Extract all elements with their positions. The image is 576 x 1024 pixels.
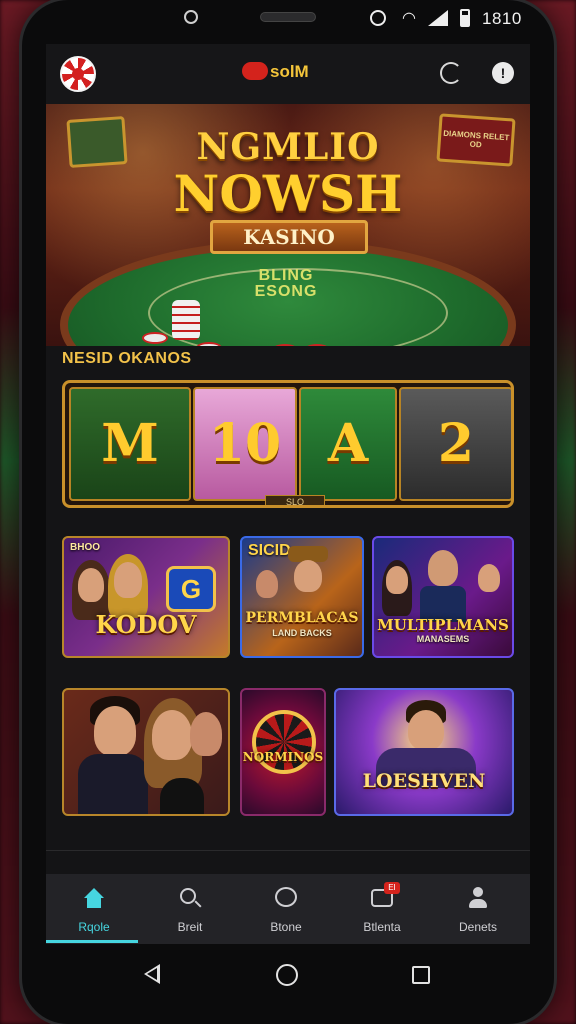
chip-stack-icon: [172, 300, 200, 340]
game-tile-subtitle: LAND BACKS: [272, 628, 332, 638]
player-avatar: [294, 560, 322, 592]
slot-reel: 2: [399, 387, 511, 501]
casino-chip-logo[interactable]: [60, 56, 96, 92]
hero-title-line2: NOWSH: [173, 164, 403, 223]
home-circle-icon[interactable]: [276, 964, 298, 986]
chat-icon: [274, 886, 298, 910]
nav-label: Rqole: [78, 920, 110, 934]
game-tile[interactable]: BHOO G KODOV: [62, 536, 230, 658]
game-tile-tag: BHOO: [70, 542, 100, 553]
info-icon[interactable]: !: [492, 62, 514, 84]
nav-item-chat[interactable]: Btone: [238, 874, 334, 944]
signal-icon: [428, 10, 448, 26]
content-divider: [46, 850, 530, 851]
player-avatar: [428, 550, 458, 586]
nav-label: Denets: [458, 920, 498, 934]
nav-label: Btone: [270, 920, 302, 934]
nav-label: Breit: [177, 920, 203, 934]
slot-reel: M: [69, 387, 191, 501]
player-avatar: [94, 706, 136, 756]
user-icon: [466, 886, 490, 910]
promo-icon: EI: [370, 882, 400, 910]
status-time: 1810: [482, 9, 522, 28]
system-navigation-bar: [46, 944, 530, 1004]
game-tile[interactable]: [62, 688, 230, 816]
home-icon: [82, 886, 106, 910]
battery-icon: [460, 9, 470, 27]
app-header: solM !: [46, 44, 530, 104]
game-tile-subtitle: MANASEMS: [416, 634, 470, 644]
game-tile[interactable]: SICID PERMBLACAS LAND BACKS: [240, 536, 364, 658]
refresh-icon[interactable]: [440, 62, 462, 84]
felt-text: BLING ESONG: [254, 267, 318, 300]
camera-icon: [184, 10, 198, 24]
notification-badge: EI: [384, 882, 400, 894]
bottom-navigation: Rqole Breit Btone EI Btlenta Denets: [46, 874, 530, 944]
hero-ribbon: KASINO: [210, 220, 368, 254]
status-bar: ◠ 1810: [46, 0, 530, 40]
roulette-wheel-icon: [252, 710, 316, 774]
app-screen: solM ! DIAMONS RELET OD BLING ESONG NGML…: [46, 44, 530, 944]
status-circle-icon: [370, 10, 386, 26]
active-tab-indicator: [46, 940, 138, 943]
nav-item-search[interactable]: Breit: [142, 874, 238, 944]
hero-banner[interactable]: DIAMONS RELET OD BLING ESONG NGMLIO NOWS…: [46, 104, 530, 346]
player-avatar: [114, 562, 142, 598]
game-tile[interactable]: MULTIPLMANS MANASEMS: [372, 536, 514, 658]
speaker-grille: [260, 12, 316, 22]
slot-reel: A: [299, 387, 397, 501]
player-avatar: [386, 566, 408, 594]
game-tile-title: MULTIPLMANS: [377, 616, 509, 634]
nav-label: Btlenta: [363, 920, 401, 934]
game-tile[interactable]: LOESHVEN: [334, 688, 514, 816]
recent-apps-icon[interactable]: [412, 966, 430, 984]
player-avatar: [152, 710, 192, 760]
nav-item-home[interactable]: Rqole: [46, 874, 142, 944]
player-avatar: [190, 712, 222, 756]
brand-mark-icon: [242, 62, 268, 80]
game-tile-title: NORMINOS: [242, 750, 324, 764]
chip-icon: [142, 332, 168, 344]
section-title: NESID OKANOS: [62, 350, 192, 367]
brand-name: solM: [270, 62, 309, 81]
game-tile-title: KODOV: [95, 610, 197, 639]
nav-item-account[interactable]: Denets: [430, 874, 526, 944]
game-tile-tag: SICID: [248, 542, 291, 559]
wifi-icon: ◠: [402, 10, 416, 27]
game-tile-title: PERMBLACAS: [245, 610, 359, 626]
game-tile-title: LOESHVEN: [362, 770, 486, 792]
back-icon[interactable]: [144, 964, 160, 984]
slot-label: SLO: [265, 495, 325, 505]
slot-reel: 10: [193, 387, 297, 501]
nav-item-promotions[interactable]: EI Btlenta: [334, 874, 430, 944]
search-icon: [178, 886, 202, 910]
game-emblem-icon: G: [166, 566, 216, 612]
slot-game-banner[interactable]: M 10 A 2 SLO: [62, 380, 514, 508]
player-avatar: [256, 570, 278, 598]
brand-logo[interactable]: solM: [242, 62, 309, 82]
player-avatar: [408, 710, 444, 750]
hero-title-line1: NGMLIO: [196, 126, 380, 168]
player-avatar: [478, 564, 500, 592]
game-tile[interactable]: NORMINOS: [240, 688, 326, 816]
player-avatar: [78, 568, 104, 602]
